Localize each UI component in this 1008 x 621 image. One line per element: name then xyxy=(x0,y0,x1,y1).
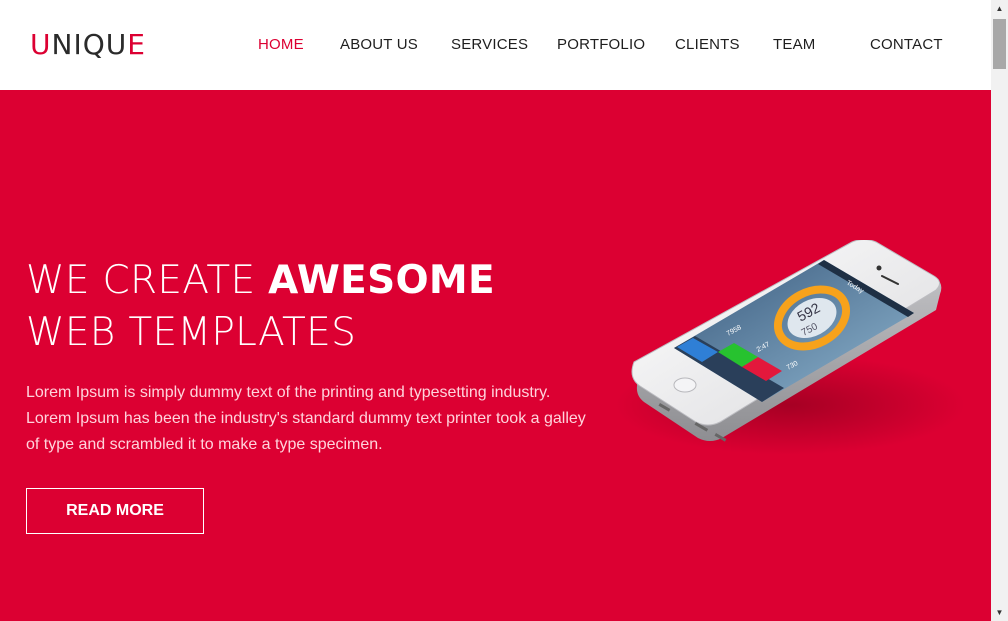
hero-lead-text: Lorem Ipsum is simply dummy text of the … xyxy=(26,384,586,453)
front-camera xyxy=(876,265,882,271)
scroll-up-arrow-icon[interactable]: ▲ xyxy=(991,0,1008,17)
hero-section: WE CREATE AWESOME WEB TEMPLATES Lorem Ip… xyxy=(0,90,991,621)
scroll-thumb[interactable] xyxy=(993,19,1006,69)
headline-bold: AWESOME xyxy=(268,258,495,303)
scroll-down-arrow-icon[interactable]: ▼ xyxy=(991,604,1008,621)
page: UNIQUE HOME ABOUT US SERVICES PORTFOLIO … xyxy=(0,0,991,621)
nav-services-link[interactable]: SERVICES xyxy=(451,36,528,53)
nav-home-link[interactable]: HOME xyxy=(258,36,304,53)
nav-about-link[interactable]: ABOUT US xyxy=(340,36,418,53)
nav-portfolio-link[interactable]: PORTFOLIO xyxy=(557,36,645,53)
read-more-button[interactable]: READ MORE xyxy=(26,488,204,534)
site-header: UNIQUE HOME ABOUT US SERVICES PORTFOLIO … xyxy=(0,0,991,90)
browser-scrollbar[interactable]: ▲ ▼ xyxy=(991,0,1008,621)
headline-light-2: WEB TEMPLATES xyxy=(26,310,357,355)
nav-contact-link[interactable]: CONTACT xyxy=(870,36,943,53)
headline-light-1: WE CREATE xyxy=(26,258,269,303)
main-nav: HOME ABOUT US SERVICES PORTFOLIO CLIENTS… xyxy=(0,36,991,56)
phone-illustration: 592 750 7958 2:47 730 Today xyxy=(615,240,965,455)
hero-headline: WE CREATE AWESOME WEB TEMPLATES xyxy=(26,255,495,359)
nav-clients-link[interactable]: CLIENTS xyxy=(675,36,740,53)
nav-team-link[interactable]: TEAM xyxy=(773,36,815,53)
home-button xyxy=(673,377,697,393)
